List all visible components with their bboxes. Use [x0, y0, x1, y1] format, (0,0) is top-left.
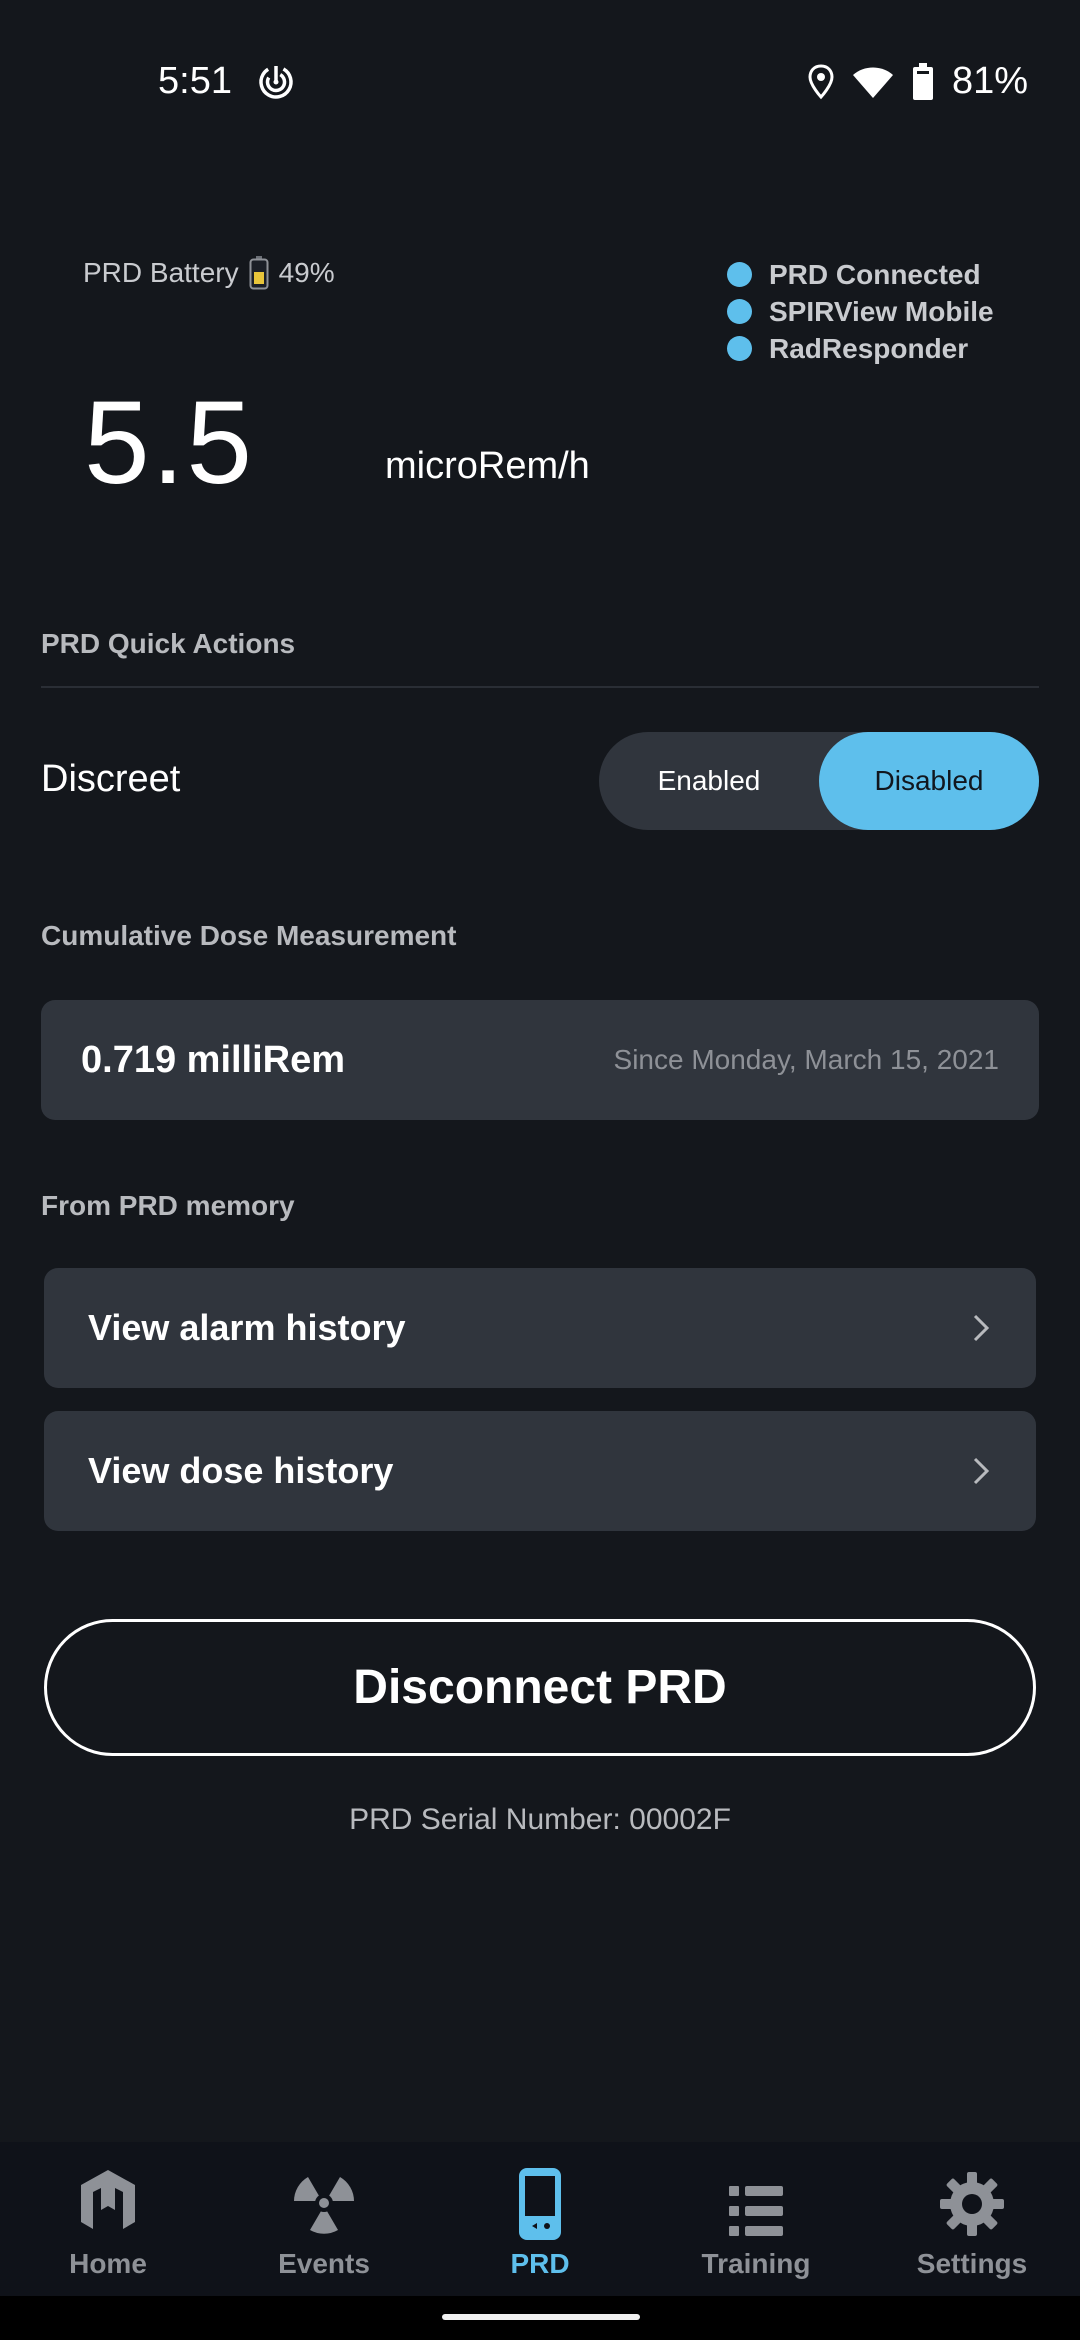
location-icon: [808, 63, 834, 99]
tab-events[interactable]: Events: [216, 2142, 432, 2296]
tab-training-label: Training: [701, 2248, 811, 2279]
chevron-right-icon: [973, 1457, 990, 1485]
battery-low-icon: [249, 256, 269, 290]
view-alarm-history-button[interactable]: View alarm history: [44, 1268, 1036, 1388]
chevron-right-icon: [973, 1314, 990, 1342]
connection-status-list: PRD Connected SPIRView Mobile RadRespond…: [727, 256, 994, 367]
status-dot-icon: [727, 262, 752, 287]
connection-status-item: RadResponder: [727, 330, 994, 367]
prd-memory-heading: From PRD memory: [41, 1190, 295, 1221]
connection-status-item: SPIRView Mobile: [727, 293, 994, 330]
tab-home[interactable]: Home: [0, 2142, 216, 2296]
radar-icon: [259, 65, 293, 99]
tab-training[interactable]: Training: [648, 2142, 864, 2296]
toggle-disabled-option[interactable]: Disabled: [819, 732, 1039, 830]
tab-settings[interactable]: Settings: [864, 2142, 1080, 2296]
tab-prd[interactable]: PRD: [432, 2142, 648, 2296]
discreet-toggle[interactable]: Enabled Disabled: [599, 732, 1039, 830]
radiation-icon: [294, 2177, 354, 2234]
gear-icon: [940, 2172, 1004, 2236]
device-icon: [519, 2168, 561, 2240]
view-dose-history-button[interactable]: View dose history: [44, 1411, 1036, 1531]
battery-percent: 81%: [951, 60, 1028, 102]
status-dot-icon: [727, 336, 752, 361]
view-alarm-history-label: View alarm history: [88, 1307, 406, 1348]
quick-actions-heading: PRD Quick Actions: [41, 628, 296, 659]
cumulative-dose-card: 0.719 milliRem Since Monday, March 15, 2…: [41, 1000, 1039, 1120]
cumulative-dose-since: Since Monday, March 15, 2021: [613, 1044, 999, 1075]
tab-prd-label: PRD: [510, 2248, 570, 2279]
connection-label: RadResponder: [769, 332, 969, 364]
tab-events-label: Events: [278, 2248, 370, 2279]
connection-label: SPIRView Mobile: [769, 295, 994, 327]
battery-icon: [912, 62, 933, 100]
home-logo-icon: [81, 2170, 135, 2229]
status-bar: 5:51 81%: [0, 0, 1080, 160]
cumulative-dose-value: 0.719 milliRem: [81, 1038, 346, 1081]
prd-battery-label: PRD Battery: [83, 257, 239, 288]
prd-battery: PRD Battery 49%: [83, 256, 335, 290]
view-dose-history-label: View dose history: [88, 1450, 394, 1491]
gesture-home-handle[interactable]: [442, 2314, 640, 2320]
wifi-icon: [852, 67, 893, 98]
connection-label: PRD Connected: [769, 258, 981, 290]
disconnect-prd-button[interactable]: Disconnect PRD: [44, 1619, 1036, 1756]
tab-home-label: Home: [69, 2248, 147, 2279]
status-right: 81%: [808, 60, 1028, 103]
dose-rate-unit: microRem/h: [385, 445, 590, 487]
toggle-enabled-option[interactable]: Enabled: [599, 732, 819, 830]
bottom-navigation: Home Events PRD Training Settings: [0, 2142, 1080, 2296]
connection-status-item: PRD Connected: [727, 256, 994, 293]
prd-battery-percent: 49%: [278, 257, 335, 288]
list-icon: [729, 2186, 783, 2236]
dose-rate-value: 5.5: [84, 377, 255, 509]
prd-serial-number: PRD Serial Number: 00002F: [349, 1803, 731, 1836]
cumulative-dose-heading: Cumulative Dose Measurement: [41, 920, 457, 951]
status-dot-icon: [727, 299, 752, 324]
discreet-label: Discreet: [41, 758, 181, 800]
status-time: 5:51: [158, 60, 232, 102]
divider: [41, 686, 1039, 688]
tab-settings-label: Settings: [916, 2248, 1028, 2279]
